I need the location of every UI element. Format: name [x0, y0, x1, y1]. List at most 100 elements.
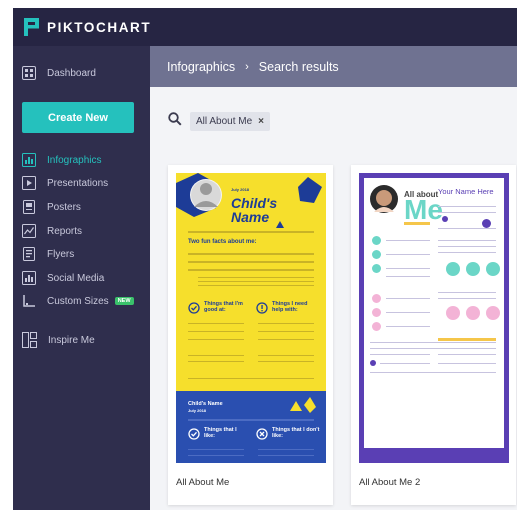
thumb-box-good-at: Things that I'm good at:	[204, 301, 243, 313]
divider	[188, 331, 244, 332]
divider	[386, 276, 430, 277]
top-bar: PIKTOCHART	[13, 8, 517, 46]
hobby-icon	[446, 306, 460, 320]
divider	[370, 354, 430, 355]
sidebar-item-custom-sizes[interactable]: Custom Sizes NEW	[22, 294, 134, 308]
hobby-icon	[446, 262, 460, 276]
divider	[258, 339, 314, 340]
reports-icon	[22, 224, 36, 238]
breadcrumb-current: Search results	[258, 59, 339, 74]
thumb-box-like: Things that I like:	[204, 427, 237, 439]
sidebar-item-label: Reports	[47, 225, 83, 237]
divider	[438, 354, 496, 355]
search-icon[interactable]	[168, 112, 182, 131]
divider	[188, 231, 314, 233]
divider	[380, 363, 430, 364]
hobby-icon	[466, 306, 480, 320]
brand-name[interactable]: PIKTOCHART	[47, 20, 151, 35]
divider	[188, 419, 314, 421]
divider	[258, 449, 314, 450]
create-new-button[interactable]: Create New	[22, 102, 134, 133]
divider	[438, 206, 496, 207]
divider	[386, 298, 430, 299]
hobby-icon	[466, 262, 480, 276]
x-circle-icon	[256, 428, 268, 440]
divider	[188, 455, 244, 456]
sidebar: Dashboard Create New Infographics Presen…	[13, 46, 150, 510]
sidebar-item-dashboard[interactable]: Dashboard	[22, 66, 96, 80]
divider	[188, 269, 314, 271]
sidebar-item-label: Social Media	[47, 272, 105, 284]
divider	[258, 455, 314, 456]
divider	[188, 253, 314, 255]
hobby-icon	[486, 262, 500, 276]
template-card[interactable]: Child's Name July 2018 Two fun facts abo…	[168, 165, 333, 505]
divider	[198, 285, 314, 286]
bullet-icon	[442, 216, 448, 222]
sidebar-item-label: Posters	[47, 201, 81, 213]
close-icon[interactable]: ×	[258, 116, 264, 127]
piktochart-logo-icon[interactable]	[23, 17, 41, 37]
thumb-paper: All about Me Your Name Here	[364, 178, 504, 448]
divider	[438, 240, 496, 241]
template-card[interactable]: All about Me Your Name Here All About Me…	[351, 165, 516, 505]
divider	[386, 240, 430, 241]
check-circle-icon	[188, 302, 200, 314]
bullet-icon	[370, 360, 376, 366]
divider	[386, 312, 430, 313]
bullet-icon	[482, 219, 491, 228]
thumb-me: Me	[404, 194, 443, 225]
divider	[438, 298, 496, 299]
template-caption: All About Me 2	[359, 477, 421, 488]
breadcrumb-separator: ›	[245, 60, 249, 73]
custom-sizes-icon	[22, 294, 36, 308]
divider	[258, 361, 314, 362]
sidebar-item-reports[interactable]: Reports	[22, 224, 82, 238]
divider	[438, 212, 496, 213]
thumb-subtitle: Two fun facts about me:	[188, 239, 257, 245]
divider	[438, 252, 496, 253]
app-window: PIKTOCHART Dashboard Create New Infograp…	[13, 8, 517, 510]
divider	[188, 339, 244, 340]
divider	[386, 254, 430, 255]
breadcrumb-root[interactable]: Infographics	[167, 60, 235, 74]
search-chip: All About Me ×	[190, 112, 270, 131]
divider	[188, 361, 244, 362]
inspire-me-icon	[22, 332, 37, 348]
sidebar-item-label: Presentations	[47, 177, 109, 189]
template-thumbnail[interactable]: All about Me Your Name Here	[359, 173, 509, 463]
sidebar-item-label: Custom Sizes	[47, 295, 109, 307]
sidebar-item-infographics[interactable]: Infographics	[22, 153, 101, 167]
posters-icon	[22, 200, 36, 214]
hobby-icon	[486, 306, 500, 320]
sidebar-item-label: Flyers	[47, 248, 75, 260]
decorative-shape-icon	[290, 397, 316, 413]
divider	[370, 372, 496, 373]
divider	[438, 363, 496, 364]
thumb-your-name: Your Name Here	[438, 187, 494, 196]
divider	[188, 323, 244, 324]
pencil-icon	[438, 338, 496, 341]
divider	[188, 261, 314, 263]
divider	[438, 292, 496, 293]
sidebar-item-posters[interactable]: Posters	[22, 200, 81, 214]
sidebar-item-flyers[interactable]: Flyers	[22, 247, 74, 261]
dashboard-icon	[22, 66, 36, 80]
presentations-icon	[22, 176, 36, 190]
divider	[198, 277, 314, 278]
divider	[198, 281, 314, 282]
thumb-box-need-help: Things I need help with:	[272, 301, 308, 313]
sidebar-item-inspire-me[interactable]: Inspire Me	[22, 332, 95, 348]
divider	[386, 268, 430, 269]
heart-icon	[372, 294, 381, 303]
divider	[438, 246, 496, 247]
check-icon	[372, 236, 381, 245]
exclamation-circle-icon	[256, 302, 268, 314]
thumb-date: July 2018	[231, 187, 250, 192]
divider	[370, 342, 496, 343]
breadcrumb: Infographics › Search results	[150, 46, 517, 87]
template-thumbnail[interactable]: Child's Name July 2018 Two fun facts abo…	[176, 173, 326, 463]
sidebar-item-social-media[interactable]: Social Media	[22, 271, 104, 285]
thumb-bottom-title: Child's Name	[188, 401, 223, 407]
sidebar-item-presentations[interactable]: Presentations	[22, 176, 108, 190]
